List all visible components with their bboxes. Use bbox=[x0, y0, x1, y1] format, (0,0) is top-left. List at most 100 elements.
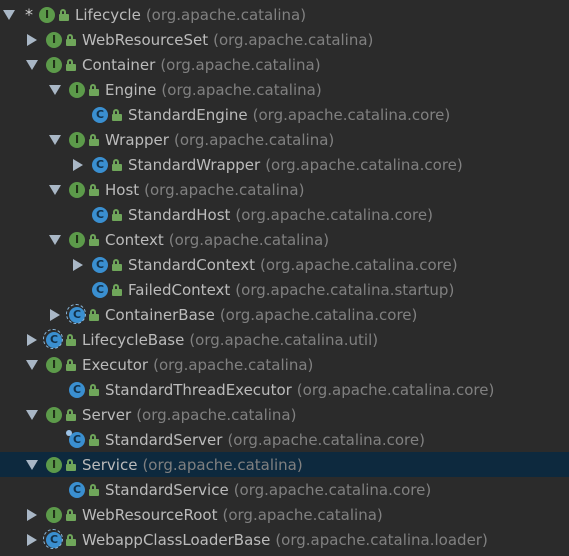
type-name: StandardHost bbox=[128, 205, 231, 224]
public-lock-icon bbox=[112, 158, 122, 171]
expand-arrow-down-icon[interactable] bbox=[49, 134, 61, 146]
expand-arrow-down-icon[interactable] bbox=[49, 84, 61, 96]
interface-badge-icon: I bbox=[39, 6, 55, 23]
tree-node-standardengine[interactable]: C StandardEngine (org.apache.catalina.core… bbox=[0, 102, 569, 127]
tree-node-engine[interactable]: I Engine (org.apache.catalina) bbox=[0, 77, 569, 102]
package-name: (org.apache.catalina) bbox=[142, 455, 303, 474]
expand-arrow-right-icon[interactable] bbox=[72, 258, 84, 271]
tree-node-wrapper[interactable]: I Wrapper (org.apache.catalina) bbox=[0, 127, 569, 152]
expand-arrow-down-icon[interactable] bbox=[26, 59, 38, 71]
abstract-badge-icon: C bbox=[43, 328, 63, 349]
tree-node-service[interactable]: I Service (org.apache.catalina) bbox=[0, 452, 569, 477]
package-name: (org.apache.catalina) bbox=[173, 130, 335, 149]
type-name: WebappClassLoaderBase bbox=[82, 530, 271, 549]
package-name: (org.apache.catalina.core) bbox=[296, 380, 495, 399]
public-lock-icon bbox=[112, 208, 122, 221]
class-badge-icon: C bbox=[92, 106, 108, 123]
expand-arrow-right-icon[interactable] bbox=[26, 533, 38, 546]
tree-node-standardthreadexecutor[interactable]: C StandardThreadExecutor (org.apache.catal… bbox=[0, 377, 569, 402]
tree-node-lifecyclebase[interactable]: C LifecycleBase (org.apache.catalina.util) bbox=[0, 327, 569, 352]
tree-node-standardserver[interactable]: C StandardServer (org.apache.catalina.core… bbox=[0, 427, 569, 452]
package-name: (org.apache.catalina.core) bbox=[265, 155, 463, 174]
public-lock-icon bbox=[66, 358, 76, 371]
arrow-spacer bbox=[72, 109, 84, 121]
expand-arrow-right-icon[interactable] bbox=[26, 508, 38, 521]
type-name: Server bbox=[82, 405, 132, 424]
type-name: ContainerBase bbox=[105, 305, 215, 324]
package-name: (org.apache.catalina) bbox=[222, 505, 383, 524]
type-name: Service bbox=[82, 455, 138, 474]
public-lock-icon bbox=[89, 233, 99, 246]
type-name: StandardContext bbox=[128, 255, 256, 274]
public-lock-icon bbox=[89, 183, 99, 196]
class-badge-icon: C bbox=[92, 256, 108, 273]
expand-arrow-right-icon[interactable] bbox=[49, 308, 61, 321]
tree-node-webresourceroot[interactable]: I WebResourceRoot (org.apache.catalina) bbox=[0, 502, 569, 527]
public-lock-icon bbox=[59, 8, 69, 21]
tree-node-standardcontext[interactable]: C StandardContext (org.apache.catalina.cor… bbox=[0, 252, 569, 277]
interface-badge-icon: I bbox=[46, 406, 62, 423]
public-lock-icon bbox=[66, 508, 76, 521]
package-name: (org.apache.catalina) bbox=[136, 405, 297, 424]
tree-node-standardservice[interactable]: C StandardService (org.apache.catalina.cor… bbox=[0, 477, 569, 502]
type-name: StandardEngine bbox=[128, 105, 248, 124]
interface-badge-icon: I bbox=[46, 56, 62, 73]
type-name: FailedContext bbox=[128, 280, 231, 299]
expand-arrow-down-icon[interactable] bbox=[49, 184, 61, 196]
expand-arrow-down-icon[interactable] bbox=[26, 459, 38, 471]
public-lock-icon bbox=[66, 58, 76, 71]
package-name: (org.apache.catalina) bbox=[145, 5, 307, 24]
package-name: (org.apache.catalina.util) bbox=[189, 330, 379, 349]
public-lock-icon bbox=[89, 383, 99, 396]
public-lock-icon bbox=[112, 258, 122, 271]
tree-node-executor[interactable]: I Executor (org.apache.catalina) bbox=[0, 352, 569, 377]
tree-node-standardwrapper[interactable]: C StandardWrapper (org.apache.catalina.cor… bbox=[0, 152, 569, 177]
tree-node-webresourceset[interactable]: I WebResourceSet (org.apache.catalina) bbox=[0, 27, 569, 52]
expand-arrow-down-icon[interactable] bbox=[26, 359, 38, 371]
type-name: StandardService bbox=[105, 480, 229, 499]
interface-badge-icon: I bbox=[69, 131, 85, 148]
type-name: StandardServer bbox=[105, 430, 223, 449]
arrow-spacer bbox=[49, 384, 61, 396]
type-name: StandardWrapper bbox=[128, 155, 261, 174]
public-lock-icon bbox=[89, 483, 99, 496]
arrow-spacer bbox=[49, 484, 61, 496]
public-lock-icon bbox=[89, 433, 99, 446]
expand-arrow-right-icon[interactable] bbox=[26, 333, 38, 346]
package-name: (org.apache.catalina) bbox=[213, 30, 374, 49]
tree-node-webappclassloaderbase[interactable]: C WebappClassLoaderBase (org.apache.catali… bbox=[0, 527, 569, 552]
public-lock-icon bbox=[89, 133, 99, 146]
arrow-spacer bbox=[72, 284, 84, 296]
interface-badge-icon: I bbox=[69, 181, 85, 198]
expand-arrow-right-icon[interactable] bbox=[26, 33, 38, 46]
package-name: (org.apache.catalina) bbox=[144, 180, 305, 199]
package-name: (org.apache.catalina.core) bbox=[235, 205, 433, 224]
package-name: (org.apache.catalina.startup) bbox=[235, 280, 455, 299]
type-name: LifecycleBase bbox=[82, 330, 185, 349]
package-name: (org.apache.catalina.loader) bbox=[275, 530, 488, 549]
tree-node-context[interactable]: I Context (org.apache.catalina) bbox=[0, 227, 569, 252]
abstract-badge-icon: C bbox=[66, 303, 86, 324]
tree-node-server[interactable]: I Server (org.apache.catalina) bbox=[0, 402, 569, 427]
expand-arrow-right-icon[interactable] bbox=[72, 158, 84, 171]
tree-node-containerbase[interactable]: C ContainerBase (org.apache.catalina.core) bbox=[0, 302, 569, 327]
type-name: Lifecycle bbox=[75, 5, 141, 24]
type-name: Executor bbox=[82, 355, 149, 374]
tree-node-host[interactable]: I Host (org.apache.catalina) bbox=[0, 177, 569, 202]
tree-node-failedcontext[interactable]: C FailedContext (org.apache.catalina.start… bbox=[0, 277, 569, 302]
public-lock-icon bbox=[66, 458, 76, 471]
interface-badge-icon: I bbox=[46, 506, 62, 523]
package-name: (org.apache.catalina.core) bbox=[227, 430, 425, 449]
public-lock-icon bbox=[66, 408, 76, 421]
expand-arrow-down-icon[interactable] bbox=[26, 409, 38, 421]
type-name: WebResourceRoot bbox=[82, 505, 218, 524]
public-lock-icon bbox=[66, 333, 76, 346]
package-name: (org.apache.catalina) bbox=[160, 55, 321, 74]
interface-badge-icon: I bbox=[46, 456, 62, 473]
expand-arrow-down-icon[interactable] bbox=[3, 9, 15, 21]
expand-arrow-down-icon[interactable] bbox=[49, 234, 61, 246]
tree-node-standardhost[interactable]: C StandardHost (org.apache.catalina.core) bbox=[0, 202, 569, 227]
tree-node-container[interactable]: I Container (org.apache.catalina) bbox=[0, 52, 569, 77]
type-name: Engine bbox=[105, 80, 157, 99]
tree-node-lifecycle[interactable]: * I Lifecycle (org.apache.catalina) bbox=[0, 2, 569, 27]
